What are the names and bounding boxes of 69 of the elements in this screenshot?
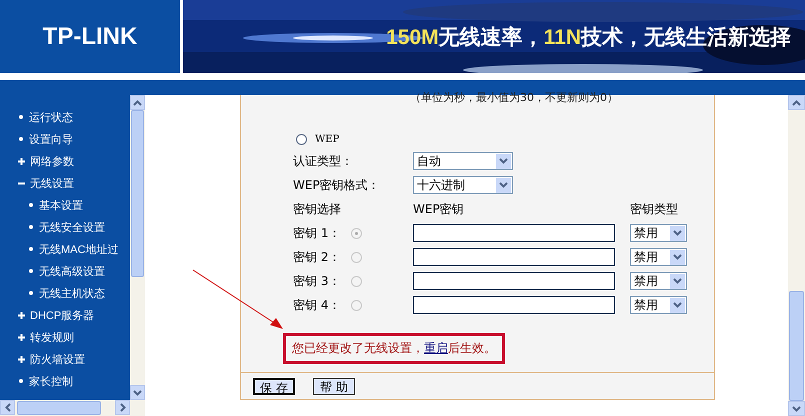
caret-icon xyxy=(670,298,685,312)
dropdown[interactable]: 十六进制 xyxy=(413,176,513,194)
caret-icon xyxy=(670,274,685,288)
form-button[interactable]: 帮 助 xyxy=(313,378,355,394)
caret-icon xyxy=(496,178,511,192)
menu-item[interactable]: 无线安全设置 xyxy=(0,216,130,238)
menu-item[interactable]: 无线主机状态 xyxy=(0,282,130,304)
scroll-thumb[interactable] xyxy=(17,401,101,415)
chevron-down-icon xyxy=(792,406,801,412)
key-label: 密钥 2： xyxy=(293,248,342,266)
hint-text: （单位为秒，最小值为30，不更新则为0） xyxy=(409,93,619,105)
form-button[interactable]: 保 存 xyxy=(253,378,295,394)
scrollbar[interactable] xyxy=(788,95,805,416)
chevron-left-icon xyxy=(4,403,10,412)
chevron-right-icon xyxy=(120,403,126,412)
menu-item[interactable]: 设置向导 xyxy=(0,128,130,150)
caret-icon xyxy=(670,250,685,264)
key-input[interactable] xyxy=(413,272,615,290)
restart-link[interactable]: 重启 xyxy=(424,341,448,355)
key-label: 密钥 4： xyxy=(293,296,342,314)
key-label: 密钥 1： xyxy=(293,224,342,242)
key-input[interactable] xyxy=(413,248,615,266)
field-label: WEP密钥格式： xyxy=(293,176,381,194)
menu-item[interactable]: 家长控制 xyxy=(0,370,130,392)
bullet-icon xyxy=(28,202,34,208)
scroll-right-button[interactable] xyxy=(115,400,130,415)
radio-button[interactable] xyxy=(296,134,307,144)
caret-icon xyxy=(670,226,685,240)
menu-item[interactable]: 无线设置 xyxy=(0,172,130,194)
menu-item[interactable]: 防火墙设置 xyxy=(0,348,130,370)
menu-item[interactable]: 转发规则 xyxy=(0,326,130,348)
logo: TP-LINK xyxy=(42,22,138,50)
key-label: 密钥 3： xyxy=(293,272,342,290)
menu-item[interactable]: DHCP服务器 xyxy=(0,304,130,326)
scroll-thumb[interactable] xyxy=(789,291,804,401)
bullet-icon xyxy=(28,268,34,274)
scroll-up-button[interactable] xyxy=(130,95,145,110)
chevron-up-icon xyxy=(792,100,801,106)
menu-item[interactable]: 运行状态 xyxy=(0,106,130,128)
bullet-icon xyxy=(28,290,34,296)
column-header: 密钥选择 xyxy=(293,200,342,218)
key-input[interactable] xyxy=(413,224,615,242)
bullet-icon xyxy=(28,224,34,230)
option-label: WEP xyxy=(315,134,340,144)
key-input[interactable] xyxy=(413,296,615,314)
bullet-icon xyxy=(18,378,24,384)
scroll-thumb[interactable] xyxy=(131,110,144,277)
menu-item[interactable]: 无线高级设置 xyxy=(0,260,130,282)
column-header: WEP密钥 xyxy=(413,200,465,218)
menu-item[interactable]: 网络参数 xyxy=(0,150,130,172)
column-header: 密钥类型 xyxy=(630,200,678,218)
menu-item[interactable]: 无线MAC地址过 xyxy=(0,238,130,260)
dropdown[interactable]: 自动 xyxy=(413,152,513,170)
bullet-icon xyxy=(28,246,34,252)
caret-icon xyxy=(496,154,511,168)
notice-message: 您已经更改了无线设置，重启后生效。 xyxy=(283,333,505,364)
field-label: 认证类型： xyxy=(293,152,354,170)
scroll-down-button[interactable] xyxy=(788,401,805,416)
scroll-up-button[interactable] xyxy=(788,95,805,110)
bullet-icon xyxy=(18,114,24,120)
banner-slogan: 150M无线速率，11N技术，无线生活新选择 xyxy=(386,24,791,50)
menu-item[interactable]: 基本设置 xyxy=(0,194,130,216)
horizontal-scrollbar[interactable] xyxy=(0,400,145,416)
scroll-left-button[interactable] xyxy=(0,400,15,415)
bullet-icon xyxy=(18,136,24,142)
scroll-down-button[interactable] xyxy=(130,385,145,400)
chevron-down-icon xyxy=(133,390,142,396)
scrollbar[interactable] xyxy=(130,95,145,400)
chevron-up-icon xyxy=(133,100,142,106)
